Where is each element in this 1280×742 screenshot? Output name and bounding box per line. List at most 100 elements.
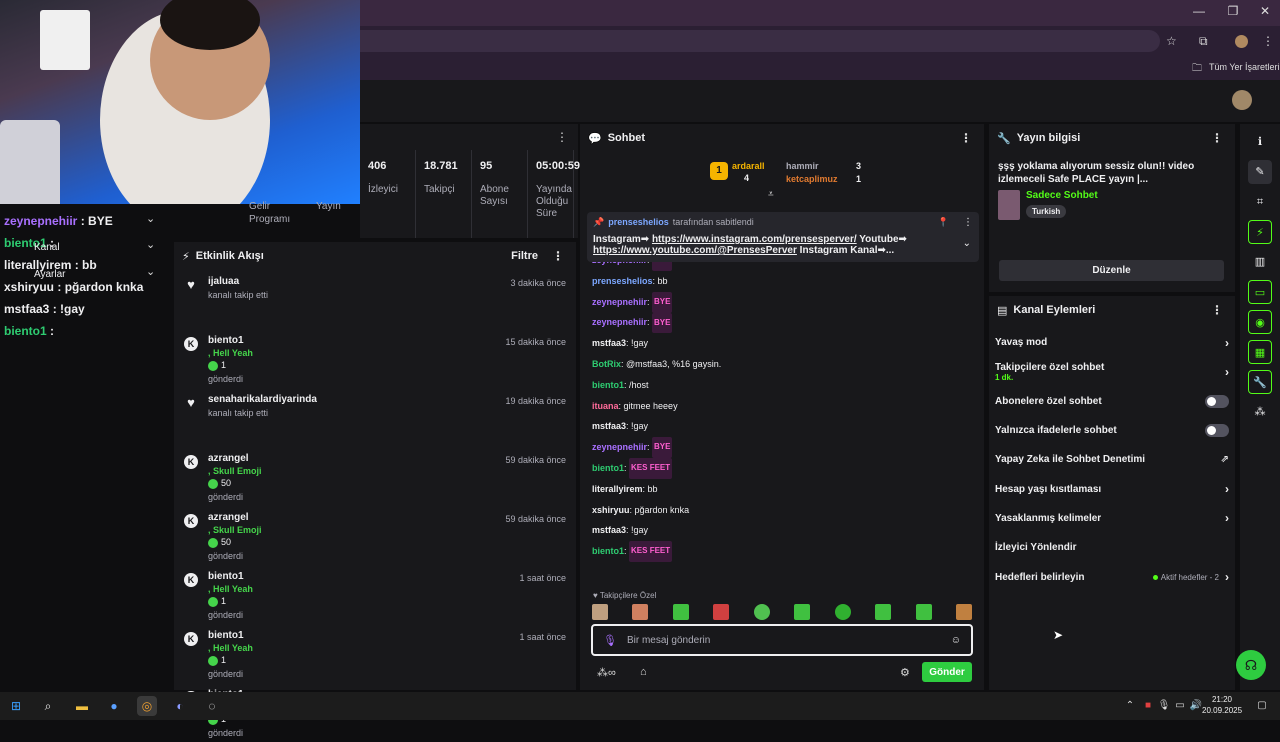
chat-username[interactable]: BotRix <box>592 359 621 369</box>
category-link[interactable]: Sadece Sohbet <box>1026 190 1098 201</box>
address-bar[interactable] <box>360 30 1160 52</box>
chat-username[interactable]: biento1 <box>592 463 624 473</box>
chat-username[interactable]: zeynepnehiir <box>592 297 647 307</box>
emote-icon[interactable] <box>632 604 649 620</box>
edit-button[interactable]: Düzenle <box>999 260 1224 281</box>
layout-icon[interactable]: ▦ <box>1248 340 1272 364</box>
chevron-down-icon[interactable]: ⌄ <box>146 265 155 278</box>
emote-icon[interactable] <box>834 604 851 620</box>
settings-icon[interactable]: ⚙ <box>900 666 910 679</box>
channel-action-row[interactable]: İzleyici Yönlendir <box>989 533 1235 562</box>
emoji-icon[interactable]: ☺ <box>951 635 961 646</box>
kebab-menu-icon[interactable]: ⋮ <box>963 217 973 228</box>
chevron-down-icon[interactable]: ⌄ <box>146 212 155 225</box>
filter-button[interactable]: Filtre <box>511 250 538 262</box>
share-icon[interactable]: ⁂ <box>1248 400 1272 424</box>
chevron-right-icon[interactable]: › <box>1225 336 1229 350</box>
chevron-down-icon[interactable]: ⌄ <box>146 238 155 251</box>
chat-username[interactable]: zeynepnehiir <box>592 442 647 452</box>
kebab-menu-icon[interactable]: ⋮ <box>956 131 976 145</box>
channel-action-row[interactable]: Takipçilere özel sohbet 1 dk. › <box>989 357 1235 386</box>
discord-icon[interactable]: ◐ <box>170 696 190 716</box>
left-chat-user[interactable]: xshiryuu <box>4 280 54 294</box>
kebab-menu-icon[interactable]: ⋮ <box>1207 303 1227 317</box>
chat-username[interactable]: xshiryuu <box>592 505 630 515</box>
notifications-icon[interactable]: ▢ <box>1252 696 1272 716</box>
emote-icon[interactable] <box>592 604 608 620</box>
gifter-1-name[interactable]: ardarall <box>732 161 765 171</box>
info-icon[interactable]: ℹ <box>1248 130 1272 154</box>
restore-icon[interactable]: ❐ <box>1218 4 1248 18</box>
user-avatar[interactable] <box>1232 90 1252 110</box>
edit-pencil-icon[interactable]: ✎ <box>1248 160 1272 184</box>
chat-username[interactable]: mstfaa3 <box>592 525 626 535</box>
left-chat-user[interactable]: mstfaa3 <box>4 302 49 316</box>
chat-username[interactable]: literallyirem <box>592 484 643 494</box>
kebab-menu-icon[interactable]: ⋮ <box>548 249 568 263</box>
broadcast-icon[interactable]: ◉ <box>1248 310 1272 334</box>
chat-icon[interactable]: ▭ <box>1248 280 1272 304</box>
browser-menu-icon[interactable]: ⋮ <box>1262 34 1274 48</box>
kanal-menu-label[interactable]: Kanal <box>34 242 60 253</box>
left-chat-user[interactable]: zeynepnehiir <box>4 214 77 228</box>
activity-user[interactable]: biento1 <box>208 630 566 641</box>
channel-action-row[interactable]: Yavaş mod › <box>989 328 1235 357</box>
chat-username[interactable]: zeynepnehiir <box>592 317 647 327</box>
channel-action-row[interactable]: Abonelere özel sohbet <box>989 387 1235 416</box>
chevron-right-icon[interactable]: › <box>1225 570 1229 584</box>
tray-chevron-icon[interactable]: ⌃ <box>1120 696 1140 716</box>
capture-icon[interactable]: ⌗ <box>1248 190 1272 214</box>
app-icon[interactable]: ● <box>104 696 124 716</box>
minimize-icon[interactable]: — <box>1184 4 1214 18</box>
ayarlar-menu-label[interactable]: Ayarlar <box>34 269 66 280</box>
chat-username[interactable]: ituana <box>592 401 619 411</box>
channel-action-row[interactable]: Yalnızca ifadelerle sohbet <box>989 416 1235 445</box>
left-chat-user[interactable]: biento1 <box>4 324 47 338</box>
search-icon[interactable]: ⌕ <box>38 696 58 716</box>
chat-username[interactable]: mstfaa3 <box>592 338 626 348</box>
chat-username[interactable]: prenseshelios <box>592 276 653 286</box>
chevron-down-icon[interactable]: ⌄ <box>963 238 971 249</box>
chrome-icon[interactable]: ◎ <box>137 696 157 716</box>
emote-icon[interactable] <box>915 604 932 620</box>
scroll-down-icon[interactable]: ⩡ <box>768 189 774 200</box>
kebab-menu-icon[interactable]: ⋮ <box>1207 131 1227 145</box>
toggle-switch[interactable] <box>1205 424 1229 438</box>
obs-icon[interactable]: ◌ <box>202 696 222 716</box>
chevron-right-icon[interactable]: › <box>1225 482 1229 496</box>
emote-icon[interactable] <box>794 604 811 620</box>
support-icon[interactable]: ☊ <box>1236 650 1266 680</box>
external-link-icon[interactable]: ⇗ <box>1221 454 1229 465</box>
emote-icon[interactable] <box>713 604 730 620</box>
windows-start-icon[interactable]: ⊞ <box>6 696 26 716</box>
channel-action-row[interactable]: Hesap yaşı kısıtlaması › <box>989 474 1235 503</box>
chat-input[interactable]: 🎙 Bir mesaj gönderin ☺ <box>591 624 973 656</box>
toggle-switch[interactable] <box>1205 394 1229 408</box>
instagram-link[interactable]: https://www.instagram.com/prensesperver/ <box>652 234 857 245</box>
emote-icon[interactable] <box>753 604 770 620</box>
unpin-icon[interactable]: 📍 <box>938 217 949 228</box>
star-icon[interactable]: ☆ <box>1166 34 1177 48</box>
chat-username[interactable]: mstfaa3 <box>592 421 626 431</box>
microphone-icon[interactable]: 🎙 <box>603 634 617 647</box>
chevron-right-icon[interactable]: › <box>1225 365 1229 379</box>
file-explorer-icon[interactable]: ▬ <box>72 696 92 716</box>
bolt-icon[interactable]: ⚡ <box>1248 220 1272 244</box>
kick-coins-icon[interactable]: ⁂∞ <box>597 666 616 679</box>
chevron-right-icon[interactable]: › <box>1225 511 1229 525</box>
emote-icon[interactable] <box>875 604 892 620</box>
channel-action-row[interactable]: Yapay Zeka ile Sohbet Denetimi ⇗ <box>989 445 1235 474</box>
emote-icon[interactable] <box>672 604 689 620</box>
store-icon[interactable]: ⌂ <box>640 666 647 678</box>
extensions-icon[interactable]: ⧉ <box>1199 34 1208 49</box>
youtube-link[interactable]: https://www.youtube.com/@PrensesPerver <box>593 245 797 256</box>
pinned-user[interactable]: prenseshelios <box>608 217 669 227</box>
gifter-3-name[interactable]: ketcaplimuz <box>786 174 838 184</box>
document-icon[interactable]: ▥ <box>1248 250 1272 274</box>
send-button[interactable]: Gönder <box>922 662 972 682</box>
channel-action-row[interactable]: Yasaklanmış kelimeler › <box>989 504 1235 533</box>
chat-username[interactable]: biento1 <box>592 380 624 390</box>
all-bookmarks-link[interactable]: Tüm Yer İşaretleri <box>1209 62 1280 72</box>
close-icon[interactable]: ✕ <box>1250 4 1280 18</box>
emote-icon[interactable] <box>955 604 972 620</box>
